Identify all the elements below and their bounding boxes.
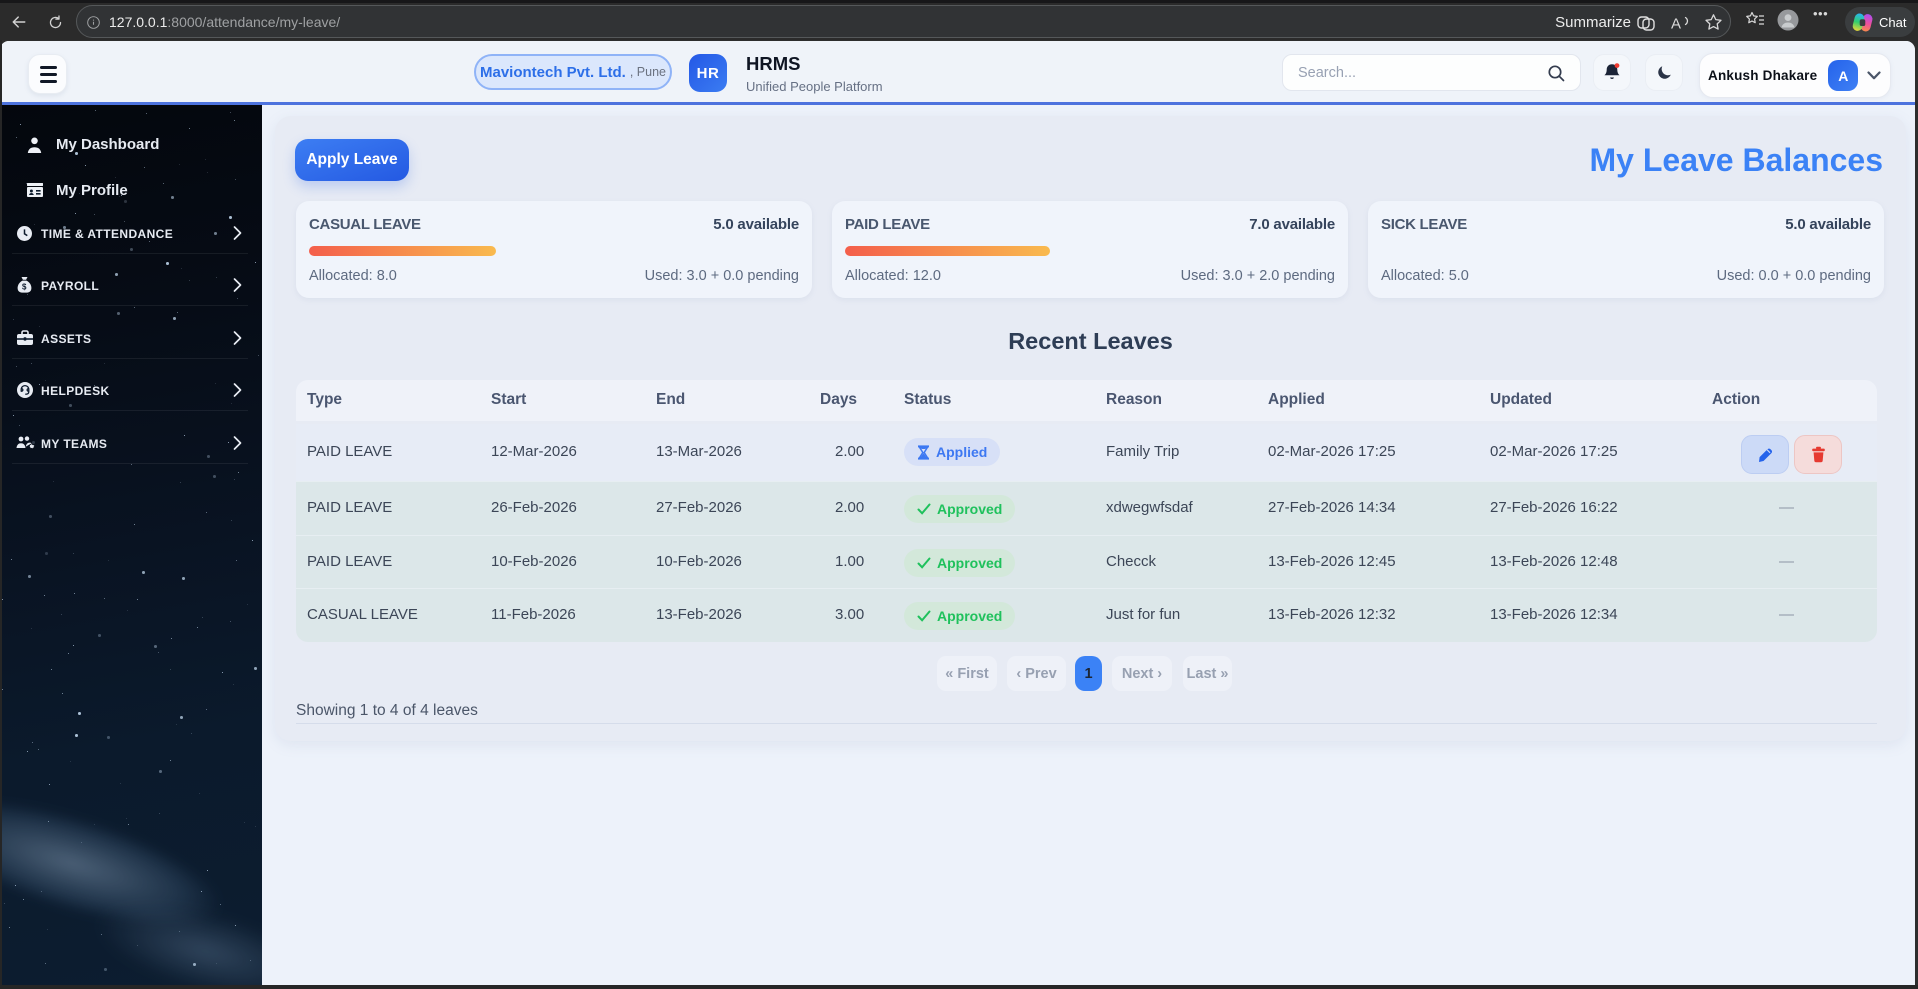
svg-text:$: $: [22, 283, 27, 292]
svg-text:A: A: [1671, 15, 1681, 32]
